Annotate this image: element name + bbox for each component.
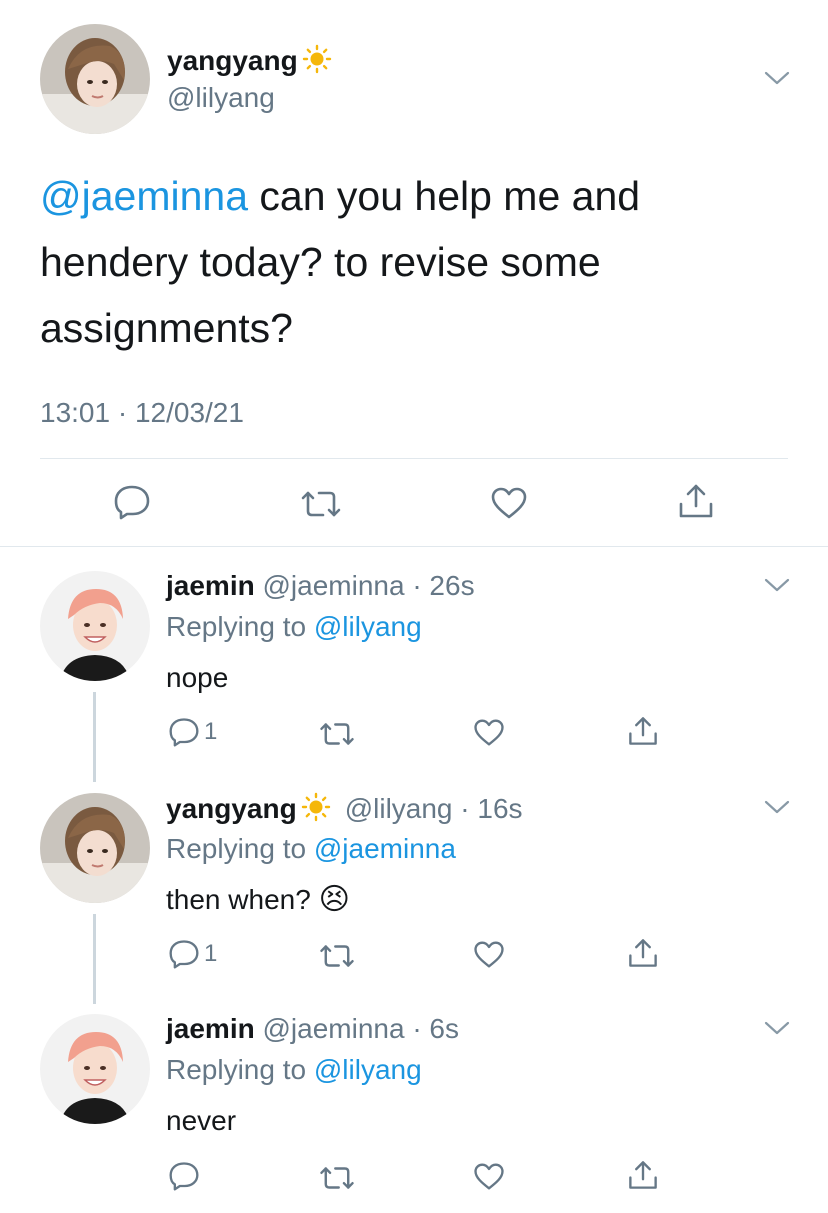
reply-time[interactable]: · 6s <box>412 1013 459 1044</box>
chevron-down-icon[interactable] <box>764 70 790 86</box>
avatar-yangyang[interactable] <box>40 24 150 134</box>
reply-author-handle[interactable]: @jaeminna <box>262 1013 404 1044</box>
reply-header: yangyang @lilyang · 16s <box>166 792 523 829</box>
retweet-icon <box>301 491 341 517</box>
retweet-icon <box>320 1167 354 1189</box>
avatar-jaemin[interactable] <box>40 1014 150 1124</box>
author-name[interactable]: yangyang <box>167 45 298 76</box>
reply-icon <box>169 940 199 969</box>
like-button[interactable] <box>473 1162 505 1191</box>
sun-icon <box>301 792 331 829</box>
reply-text: then when? 😣 <box>166 883 350 916</box>
chevron-down-icon[interactable] <box>764 799 790 815</box>
reply-button[interactable] <box>113 484 151 520</box>
replying-to-link[interactable]: @jaeminna <box>314 833 456 864</box>
replying-to-link[interactable]: @lilyang <box>314 1054 422 1085</box>
replying-to: Replying to @lilyang <box>166 1054 422 1085</box>
replying-to: Replying to @jaeminna <box>166 833 456 864</box>
retweet-icon <box>320 723 354 745</box>
replying-to: Replying to @lilyang <box>166 611 422 642</box>
reply-button[interactable]: 1 <box>168 939 217 969</box>
reply-header: jaemin @jaeminna · 6s <box>166 1013 459 1045</box>
heart-icon <box>474 719 504 746</box>
reply-icon <box>169 718 199 747</box>
author-handle[interactable]: @lilyang <box>167 82 275 114</box>
share-button[interactable] <box>627 1159 659 1191</box>
share-button[interactable] <box>677 482 715 520</box>
reply-header: jaemin @jaeminna · 26s <box>166 570 475 602</box>
like-button[interactable] <box>490 486 528 520</box>
reply-button[interactable]: 1 <box>168 717 217 747</box>
reply-count: 1 <box>204 940 218 967</box>
sun-icon <box>302 44 332 81</box>
heart-icon <box>474 941 504 968</box>
mention-link[interactable]: @jaeminna <box>40 173 248 219</box>
reply-author-name[interactable]: jaemin <box>166 570 255 601</box>
reply-text: never <box>166 1105 237 1136</box>
share-icon <box>629 939 657 967</box>
reply-count: 1 <box>204 718 218 745</box>
divider <box>40 458 788 459</box>
retweet-icon <box>320 945 354 967</box>
retweet-button[interactable] <box>318 943 356 969</box>
reply-author-name[interactable]: jaemin <box>166 1013 255 1044</box>
heart-icon <box>474 1163 504 1190</box>
retweet-button[interactable] <box>318 721 356 747</box>
reply-icon <box>169 1162 199 1191</box>
retweet-button[interactable] <box>318 1165 356 1191</box>
reply-button[interactable] <box>168 1161 200 1191</box>
reply-author-handle[interactable]: @jaeminna <box>262 570 404 601</box>
reply-author-name[interactable]: yangyang <box>166 793 297 824</box>
chevron-down-icon[interactable] <box>764 577 790 593</box>
reply-time[interactable]: · 26s <box>412 570 474 601</box>
thread-connector <box>93 914 96 1004</box>
like-button[interactable] <box>473 718 505 747</box>
chevron-down-icon[interactable] <box>764 1020 790 1036</box>
divider <box>0 546 828 547</box>
tweet-timestamp[interactable]: 13:01 · 12/03/21 <box>40 397 244 429</box>
like-button[interactable] <box>473 940 505 969</box>
reply-time[interactable]: · 16s <box>460 793 522 824</box>
avatar-jaemin[interactable] <box>40 571 150 681</box>
reply-text: nope <box>166 662 229 693</box>
tweet-text: @jaeminna can you help me and hendery to… <box>40 163 760 361</box>
share-icon <box>629 1161 657 1189</box>
avatar-yangyang[interactable] <box>40 793 150 903</box>
share-icon <box>629 717 657 745</box>
persevering-face-emoji: 😣 <box>318 883 350 916</box>
reply-icon <box>114 485 150 520</box>
thread-connector <box>93 692 96 782</box>
heart-icon <box>491 487 527 519</box>
retweet-button[interactable] <box>299 489 343 519</box>
replying-to-link[interactable]: @lilyang <box>314 611 422 642</box>
share-button[interactable] <box>627 715 659 747</box>
share-icon <box>679 484 713 518</box>
share-button[interactable] <box>627 937 659 969</box>
reply-author-handle[interactable]: @lilyang <box>345 793 453 824</box>
